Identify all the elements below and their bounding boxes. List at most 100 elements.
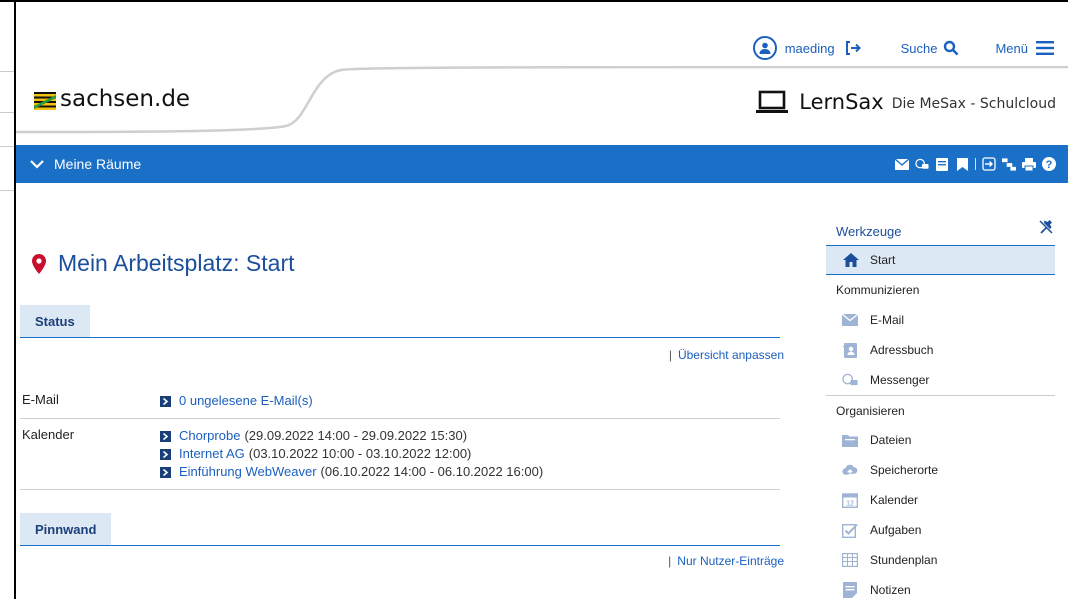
search-icon [943,40,959,56]
sidebar-item-tasks[interactable]: Aufgaben [826,515,1055,545]
my-rooms-dropdown[interactable]: Meine Räume [30,156,141,172]
chevron-down-icon [30,159,44,169]
username-label: maeding [784,40,835,56]
sidebar-item-label: Messenger [870,373,930,387]
mail-icon[interactable] [895,157,909,171]
calendar-entry: Internet AG (03.10.2022 10:00 - 03.10.20… [160,445,780,463]
lernsax-name: LernSax [799,90,884,114]
unread-email-entry: 0 ungelesene E-Mail(s) [160,392,780,410]
calendar-row-label: Kalender [22,427,75,442]
user-avatar-icon [752,36,777,60]
calendar-entry-time: (29.09.2022 14:00 - 29.09.2022 15:30) [244,428,468,443]
svg-text:12: 12 [846,501,854,508]
sidebar-item-label: Start [870,253,896,267]
navigation-bar: Meine Räume ? [16,145,1068,183]
sidebar-item-label: Adressbuch [870,343,934,357]
status-tab: Status [20,305,90,337]
arrow-right-icon [160,466,171,478]
tools-sidebar: Werkzeuge Start Kommunizieren E-Mail Adr… [826,218,1055,599]
email-row: E-Mail 0 ungelesene E-Mail(s) [20,384,780,419]
arrow-right-icon [160,395,171,407]
laptop-icon [755,90,789,114]
print-icon[interactable] [1022,157,1036,171]
tools-title: Werkzeuge [836,224,902,239]
sidebar-item-label: Kalender [870,493,919,507]
timetable-icon [842,552,858,568]
sidebar-item-label: Speicherorte [870,463,939,477]
page-title: Mein Arbeitsplatz: Start [32,250,792,277]
search-button[interactable]: Suche [901,40,960,56]
help-icon[interactable]: ? [1042,157,1056,171]
messenger-icon[interactable] [915,157,929,171]
calendar-entry-link[interactable]: Einführung WebWeaver [179,463,317,481]
user-account-link[interactable]: maeding [752,36,861,60]
toolbar-divider [975,158,976,170]
search-label: Suche [900,40,938,56]
calendar-icon: 12 [842,492,858,508]
bookmark-icon[interactable] [955,157,969,171]
menu-button[interactable]: Menü [995,41,1054,56]
top-utility-bar: maeding Suche Menü [752,36,1054,60]
window-frame-top [0,0,1068,2]
folder-icon [842,432,858,448]
sidebar-item-label: Notizen [870,583,911,597]
pinboard-tab: Pinnwand [20,513,112,545]
envelope-icon [842,312,858,328]
user-entries-only-link[interactable]: | Nur Nutzer-Einträge [20,546,792,580]
location-pin-icon [32,253,46,274]
sidebar-item-storage[interactable]: Speicherorte [826,455,1055,485]
status-section: Status | Übersicht anpassen E-Mail 0 unge… [20,305,792,490]
sachsen-logo-text: sachsen.de [60,86,191,112]
sidebar-item-email[interactable]: E-Mail [826,305,1055,335]
page-title-text: Mein Arbeitsplatz: Start [58,250,295,276]
sitemap-icon[interactable] [1002,157,1016,171]
calendar-row: Kalender Chorprobe (29.09.2022 14:00 - 2… [20,419,780,490]
checkbox-icon [842,522,858,538]
sidebar-item-notes[interactable]: Notizen [826,575,1055,599]
sidebar-group-communicate: Kommunizieren [836,283,920,297]
logout-icon[interactable] [845,41,861,55]
sidebar-item-messenger[interactable]: Messenger [826,365,1055,395]
pinboard-section: Pinnwand | Nur Nutzer-Einträge [20,513,792,580]
sachsen-logo[interactable]: sachsen.de [34,86,190,112]
customize-overview-link[interactable]: | Übersicht anpassen [20,338,792,372]
sidebar-item-label: Aufgaben [870,523,922,537]
sidebar-item-start[interactable]: Start [826,245,1055,275]
calendar-entry-link[interactable]: Internet AG [179,445,245,463]
addressbook-icon [842,342,858,358]
sidebar-item-label: Stundenplan [870,553,938,567]
menu-label: Menü [995,40,1028,56]
main-content: Mein Arbeitsplatz: Start Status | Übersic… [20,250,792,580]
messenger-icon [842,372,858,388]
sidebar-item-calendar[interactable]: 12 Kalender [826,485,1055,515]
calendar-entry: Einführung WebWeaver (06.10.2022 14:00 -… [160,463,780,481]
notes-icon[interactable] [935,157,949,171]
note-icon [842,582,858,598]
my-rooms-label: Meine Räume [54,156,142,172]
calendar-entry: Chorprobe (29.09.2022 14:00 - 29.09.2022… [160,427,780,445]
site-header: sachsen.de LernSax Die MeSax - Schulclou… [16,66,1068,144]
unread-email-link[interactable]: 0 ungelesene E-Mail(s) [179,392,313,410]
calendar-entry-time: (06.10.2022 14:00 - 06.10.2022 16:00) [320,464,544,479]
sidebar-item-addressbook[interactable]: Adressbuch [826,335,1055,365]
sidebar-item-label: E-Mail [870,313,905,327]
login-icon[interactable] [982,157,996,171]
lernsax-logo[interactable]: LernSax Die MeSax - Schulcloud [755,90,1056,114]
home-icon [843,253,859,267]
saxony-coat-of-arms-icon [34,90,56,110]
arrow-right-icon [160,448,171,460]
customize-overview-label: Übersicht anpassen [677,348,784,362]
sidebar-group-organize: Organisieren [826,395,1055,425]
sidebar-item-files[interactable]: Dateien [826,425,1055,455]
calendar-entry-time: (03.10.2022 10:00 - 03.10.2022 12:00) [248,446,472,461]
sidebar-item-label: Dateien [870,433,912,447]
unpin-icon[interactable] [1039,220,1053,237]
hamburger-icon [1036,41,1054,55]
arrow-right-icon [160,430,171,442]
svg-text:?: ? [1046,159,1053,171]
cloud-icon [842,462,858,478]
calendar-entry-link[interactable]: Chorprobe [179,427,240,445]
sidebar-item-timetable[interactable]: Stundenplan [826,545,1055,575]
user-entries-only-label: Nur Nutzer-Einträge [677,554,784,568]
email-row-label: E-Mail [22,392,59,407]
